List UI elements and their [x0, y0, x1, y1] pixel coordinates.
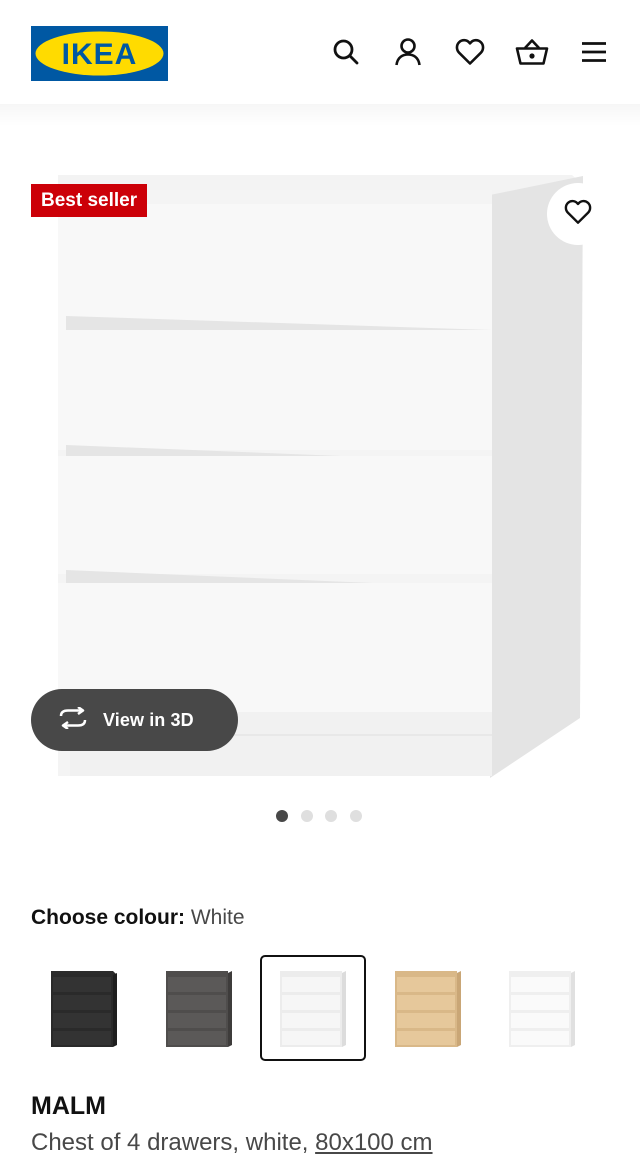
menu-icon[interactable] [579, 35, 609, 69]
site-header: IKEA [0, 0, 640, 108]
view-in-3d-button[interactable]: View in 3D [31, 689, 238, 751]
colour-swatch-dark-grey[interactable] [146, 955, 252, 1061]
product-name: MALM [31, 1092, 106, 1120]
colour-swatch-oak-veneer[interactable] [375, 955, 481, 1061]
carousel-dot[interactable] [276, 810, 288, 822]
basket-icon[interactable] [514, 35, 550, 69]
add-to-favourites-button[interactable] [547, 183, 609, 245]
heart-icon [564, 199, 592, 230]
carousel-dot[interactable] [300, 810, 313, 822]
svg-text:IKEA: IKEA [62, 38, 138, 71]
heart-icon[interactable] [455, 35, 485, 69]
rotate-3d-icon [57, 705, 89, 734]
product-size-link[interactable]: 80x100 cm [315, 1129, 432, 1156]
view-in-3d-label: View in 3D [103, 709, 194, 730]
colour-swatch-list [0, 953, 640, 1063]
ikea-logo[interactable]: IKEA [31, 26, 168, 81]
user-icon[interactable] [393, 35, 423, 69]
header-shadow [0, 104, 640, 126]
colour-swatch-black-brown[interactable] [31, 955, 137, 1061]
product-description-text: Chest of 4 drawers, white, [31, 1129, 309, 1156]
selected-colour-value: White [190, 906, 245, 929]
image-carousel-indicator [276, 810, 362, 822]
colour-chooser-label: Choose colour: [31, 906, 186, 929]
colour-swatch-high-gloss-white[interactable] [489, 955, 595, 1061]
carousel-dot[interactable] [349, 810, 362, 822]
best-seller-badge: Best seller [31, 184, 148, 217]
product-description: Chest of 4 drawers, white, 80x100 cm [31, 1128, 433, 1158]
search-icon[interactable] [331, 35, 361, 69]
colour-chooser-heading: Choose colour: White [31, 905, 245, 931]
colour-swatch-white[interactable] [260, 955, 366, 1061]
carousel-dot[interactable] [325, 810, 337, 822]
